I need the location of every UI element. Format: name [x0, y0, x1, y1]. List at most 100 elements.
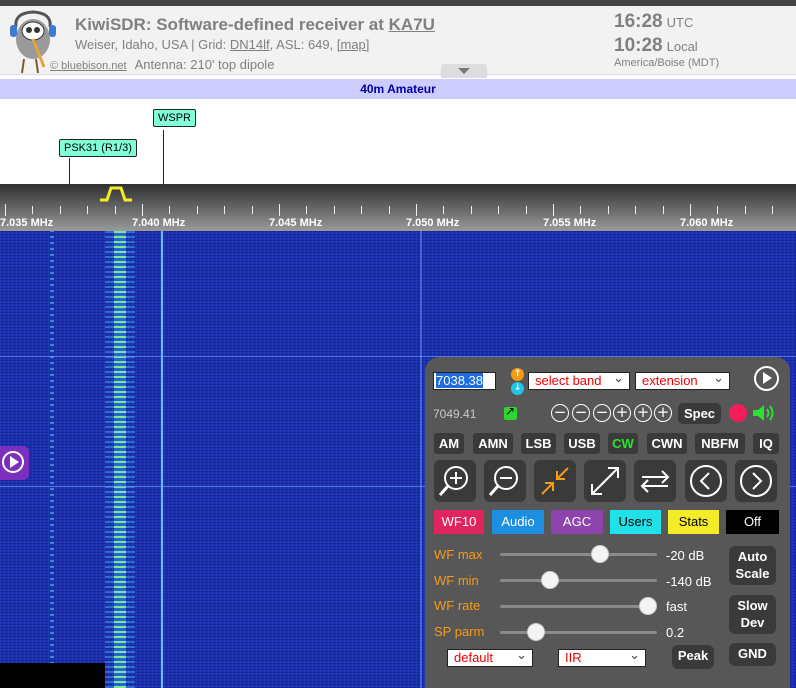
slider-knob[interactable]: [527, 623, 546, 641]
last-frequency[interactable]: 7049.41: [433, 407, 476, 421]
select-band-dropdown[interactable]: select band: [528, 370, 630, 390]
scale-tick: [251, 206, 253, 214]
zoom-to-band-button[interactable]: [534, 460, 576, 502]
slider-knob[interactable]: [638, 597, 657, 615]
scale-tick: [690, 204, 691, 216]
magnifier-minus-icon: [488, 466, 518, 496]
callsign-link[interactable]: KA7U: [389, 15, 435, 34]
spec-button[interactable]: Spec: [678, 403, 721, 424]
band-labels-area: PSK31 (R1/3) WSPR: [0, 100, 796, 184]
mode-nbfm-button[interactable]: NBFM: [695, 433, 745, 454]
zoom-out-small-icon[interactable]: −: [593, 404, 611, 422]
record-icon[interactable]: [729, 404, 747, 422]
zoom-out-max-icon[interactable]: −: [551, 404, 569, 422]
zoom-in-small-icon[interactable]: +: [613, 404, 631, 422]
scale-tick: [553, 204, 554, 216]
swap-button[interactable]: [634, 460, 676, 502]
wf-max-slider[interactable]: [500, 545, 657, 563]
scale-tick: [333, 206, 335, 214]
extension-dropdown[interactable]: extension: [635, 370, 730, 390]
mode-usb-button[interactable]: USB: [564, 433, 600, 454]
step-buttons: ↑ ↓: [511, 368, 524, 395]
tab-wf[interactable]: WF10: [434, 510, 484, 534]
scale-tick: [717, 206, 719, 214]
page-title: KiwiSDR: Software-defined receiver at KA…: [75, 15, 435, 34]
frequency-input[interactable]: 7038.38: [433, 372, 496, 390]
band-label-wspr[interactable]: WSPR: [153, 109, 196, 127]
tab-agc[interactable]: AGC: [551, 510, 603, 534]
utc-clock: 16:28 UTC: [614, 11, 694, 32]
location-line: Weiser, Idaho, USA | Grid: DN14lf, ASL: …: [75, 37, 370, 52]
zoom-in-button[interactable]: [434, 460, 476, 502]
wf-max-value: -20 dB: [666, 548, 705, 563]
auto-scale-line1: Auto: [737, 549, 768, 564]
wf-min-slider[interactable]: [500, 571, 657, 589]
scale-tick: [662, 206, 664, 214]
scale-tick: [607, 206, 609, 214]
gnd-button[interactable]: GND: [729, 643, 776, 666]
scale-tick: [416, 204, 417, 216]
scale-tick: [772, 206, 774, 214]
collapse-header-button[interactable]: [441, 64, 487, 78]
scale-tick: [306, 206, 308, 214]
zoom-in-icon[interactable]: +: [634, 404, 652, 422]
page-right-button[interactable]: [735, 460, 777, 502]
scale-tick: [224, 206, 226, 214]
waterfall-black-region: [0, 663, 105, 688]
slow-dev-line2: Dev: [740, 615, 765, 630]
scale-tick: [635, 206, 637, 214]
signal-trace: [161, 231, 163, 688]
tab-users[interactable]: Users: [610, 510, 661, 534]
mode-cwn-button[interactable]: CWN: [647, 433, 687, 454]
grid-link[interactable]: DN14lf: [230, 37, 270, 52]
copyright-link[interactable]: © bluebison.net: [50, 60, 127, 72]
scale-tick: [443, 206, 445, 214]
expand-arrows-icon: [591, 467, 619, 495]
map-link[interactable]: [map]: [337, 37, 370, 52]
sp-parm-value: 0.2: [666, 625, 685, 640]
passband-marker[interactable]: [99, 186, 133, 202]
play-icon[interactable]: [754, 366, 779, 391]
wf-rate-slider[interactable]: [500, 597, 657, 615]
tab-off[interactable]: Off: [726, 510, 779, 534]
slider-knob[interactable]: [591, 545, 610, 563]
label-pointer-line: [163, 130, 164, 184]
filter-dropdown[interactable]: IIR: [558, 647, 646, 667]
mode-iq-button[interactable]: IQ: [753, 433, 779, 454]
auto-scale-button[interactable]: Auto Scale: [729, 546, 776, 585]
signal-trace: [420, 231, 422, 688]
zoom-full-button[interactable]: [584, 460, 626, 502]
scale-tick: [279, 204, 280, 216]
mode-amn-button[interactable]: AMN: [473, 433, 513, 454]
zoom-out-button[interactable]: [484, 460, 526, 502]
mode-cw-button[interactable]: CW: [608, 433, 638, 454]
scale-tick: [5, 204, 6, 216]
scale-tick: [470, 206, 472, 214]
timezone-label: America/Boise (MDT): [614, 57, 720, 69]
sp-parm-slider[interactable]: [500, 623, 657, 641]
colormap-dropdown[interactable]: default: [447, 647, 533, 667]
signal-trace: [50, 231, 54, 688]
play-icon: [2, 451, 24, 473]
speaker-icon[interactable]: [751, 403, 777, 423]
scale-tick: [580, 206, 582, 214]
step-up-icon[interactable]: ↑: [511, 368, 524, 381]
scale-tick: [87, 206, 89, 214]
peak-button[interactable]: Peak: [672, 645, 714, 669]
tab-stats[interactable]: Stats: [668, 510, 719, 534]
wf-rate-label: WF rate: [434, 598, 481, 613]
slider-knob[interactable]: [541, 571, 560, 589]
scale-tick: [361, 206, 363, 214]
side-panel-toggle[interactable]: [0, 446, 29, 480]
page-left-button[interactable]: [685, 460, 727, 502]
tab-audio[interactable]: Audio: [492, 510, 544, 534]
zoom-out-icon[interactable]: −: [572, 404, 590, 422]
scale-tick: [59, 206, 61, 214]
zoom-in-max-icon[interactable]: +: [654, 404, 672, 422]
mode-am-button[interactable]: AM: [434, 433, 464, 454]
step-down-icon[interactable]: ↓: [511, 382, 524, 395]
external-link-icon[interactable]: [504, 404, 517, 420]
mode-lsb-button[interactable]: LSB: [521, 433, 556, 454]
slow-dev-button[interactable]: Slow Dev: [729, 595, 776, 634]
band-label-psk31[interactable]: PSK31 (R1/3): [59, 139, 137, 157]
